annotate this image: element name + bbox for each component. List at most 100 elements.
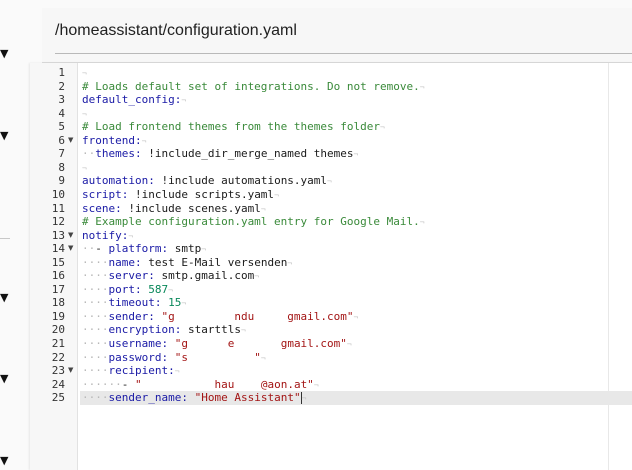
code-line[interactable]: scene: !include scenes.yaml¬ (82, 202, 610, 216)
yaml-key: scene: (82, 201, 122, 215)
code-line[interactable]: ··- platform: smtp¬ (82, 242, 610, 256)
code-line[interactable]: script: !include scripts.yaml¬ (82, 188, 610, 202)
end-of-line-marker: ¬ (353, 312, 359, 322)
expand-arrow-icon[interactable]: ▼ (0, 373, 8, 384)
whitespace-marker: ···· (82, 323, 109, 337)
end-of-line-marker: ¬ (254, 272, 260, 282)
comment-text: # Example configuration.yaml entry for G… (82, 215, 420, 229)
line-number: 22 (51, 350, 65, 364)
code-line[interactable]: notify:¬ (82, 229, 610, 243)
value-text: !include_dir_merge_named themes (141, 147, 354, 161)
yaml-key: default_config: (82, 93, 182, 107)
code-line[interactable]: ····name: test E-Mail versenden¬ (82, 256, 610, 270)
line-number: 15 (51, 255, 65, 269)
end-of-line-marker: ¬ (327, 177, 332, 187)
end-of-line-marker: ¬ (301, 394, 307, 404)
line-number: 2 (58, 79, 65, 93)
line-number: 18 (51, 296, 65, 310)
code-line[interactable]: ¬ (82, 66, 610, 80)
code-line[interactable]: # Loads default set of integrations. Do … (82, 80, 610, 94)
line-number: 14 (51, 242, 65, 256)
code-line[interactable]: ····password: "s "¬ (82, 351, 610, 365)
code-line[interactable]: ····timeout: 15¬ (82, 296, 610, 310)
code-line[interactable]: default_config:¬ (82, 93, 610, 107)
code-area[interactable]: ¬ # Loads default set of integrations. Do… (80, 63, 632, 470)
code-line[interactable]: ¬ (82, 161, 610, 175)
end-of-line-marker: ¬ (174, 367, 180, 377)
end-of-line-marker: ¬ (274, 190, 279, 200)
line-number: 19 (51, 309, 65, 323)
code-line[interactable]: ······- " hau @aon.at"¬ (82, 378, 610, 392)
code-line[interactable]: ····encryption: starttls¬ (82, 323, 610, 337)
expand-arrow-icon[interactable]: ▼ (0, 130, 8, 141)
code-line[interactable]: ····sender: "g ndu gmail.com"¬ (82, 310, 610, 324)
fold-toggle-icon[interactable]: ▼ (68, 364, 73, 377)
yaml-key: recipient: (108, 364, 175, 378)
code-line[interactable]: ····port: 587¬ (82, 283, 610, 297)
line-number: 21 (51, 337, 65, 350)
string-value: " hau @aon.at" (135, 377, 314, 391)
code-line[interactable]: ¬ (82, 107, 610, 121)
expand-arrow-icon[interactable]: ▼ (0, 455, 8, 466)
yaml-key: sender: (108, 309, 155, 323)
line-number: 12 (51, 215, 65, 229)
fold-toggle-icon[interactable]: ▼ (68, 242, 73, 255)
yaml-key: sender_name: (108, 391, 188, 405)
code-editor[interactable]: 1 2 3 4 5 6 ▼ 7 8 9 10 11 12 13 ▼ 14 ▼ 15 16 17 18 19 20 21 22 23… (30, 63, 632, 470)
yaml-key: themes: (95, 147, 142, 161)
line-number: 3 (58, 93, 65, 107)
end-of-line-marker: ¬ (82, 69, 87, 78)
code-line[interactable]: # Example configuration.yaml entry for G… (82, 215, 610, 229)
line-number: 7 (58, 147, 65, 161)
line-number: 11 (51, 201, 65, 215)
expand-arrow-icon[interactable]: ▼ (0, 292, 8, 303)
comment-text: # Load frontend themes from the themes f… (82, 120, 381, 134)
code-line[interactable]: ····server: smtp.gmail.com¬ (82, 269, 610, 283)
end-of-line-marker: ¬ (201, 245, 207, 255)
whitespace-marker: ···· (82, 337, 109, 350)
comment-text: # Loads default set of integrations. Do … (82, 79, 420, 93)
whitespace-marker: ···· (82, 391, 109, 405)
code-line[interactable]: frontend:¬ (82, 134, 610, 148)
code-line[interactable]: ····username: "g e gmail.com"¬ (82, 337, 610, 351)
line-number: 8 (58, 160, 65, 174)
expand-arrow-icon[interactable]: ▼ (0, 48, 8, 59)
line-number: 20 (51, 323, 65, 337)
whitespace-marker: ···· (82, 296, 109, 310)
code-line[interactable]: automation: !include automations.yaml¬ (82, 174, 610, 188)
line-number: 24 (51, 377, 65, 391)
value-text: - (121, 377, 135, 391)
fold-toggle-icon[interactable]: ▼ (68, 134, 73, 147)
yaml-key: automation: (82, 174, 155, 188)
string-value: "g ndu gmail.com" (154, 309, 354, 323)
line-number: 9 (58, 174, 65, 188)
value-text: smtp (168, 242, 202, 256)
value-text: starttls (181, 323, 241, 337)
yaml-key: script: (82, 187, 129, 201)
divider (0, 238, 10, 239)
whitespace-marker: ···· (82, 364, 109, 378)
string-value: "Home Assistant" (187, 391, 301, 405)
fold-toggle-icon[interactable]: ▼ (68, 229, 73, 242)
string-value: "g e gmail.com" (168, 337, 347, 350)
whitespace-marker: ···· (82, 350, 109, 364)
whitespace-marker: ···· (82, 282, 109, 296)
yaml-key: frontend: (82, 133, 142, 147)
end-of-line-marker: ¬ (346, 340, 352, 349)
end-of-line-marker: ¬ (353, 150, 359, 160)
code-line[interactable]: ····sender_name: "Home Assistant"¬ (80, 391, 632, 405)
end-of-line-marker: ¬ (141, 136, 147, 146)
code-line[interactable]: # Load frontend themes from the themes f… (82, 120, 610, 134)
code-line[interactable]: ····recipient:¬ (82, 364, 610, 378)
end-of-line-marker: ¬ (419, 82, 425, 92)
line-number: 17 (51, 282, 65, 296)
end-of-line-marker: ¬ (313, 380, 319, 390)
end-of-line-marker: ¬ (260, 204, 266, 214)
end-of-line-marker: ¬ (240, 326, 246, 336)
yaml-key: notify: (82, 228, 129, 242)
end-of-line-marker: ¬ (287, 258, 293, 268)
code-line[interactable]: ··themes: !include_dir_merge_named theme… (82, 147, 610, 161)
end-of-line-marker: ¬ (181, 299, 187, 309)
line-number: 4 (58, 106, 65, 120)
whitespace-marker: ·· (82, 242, 96, 256)
